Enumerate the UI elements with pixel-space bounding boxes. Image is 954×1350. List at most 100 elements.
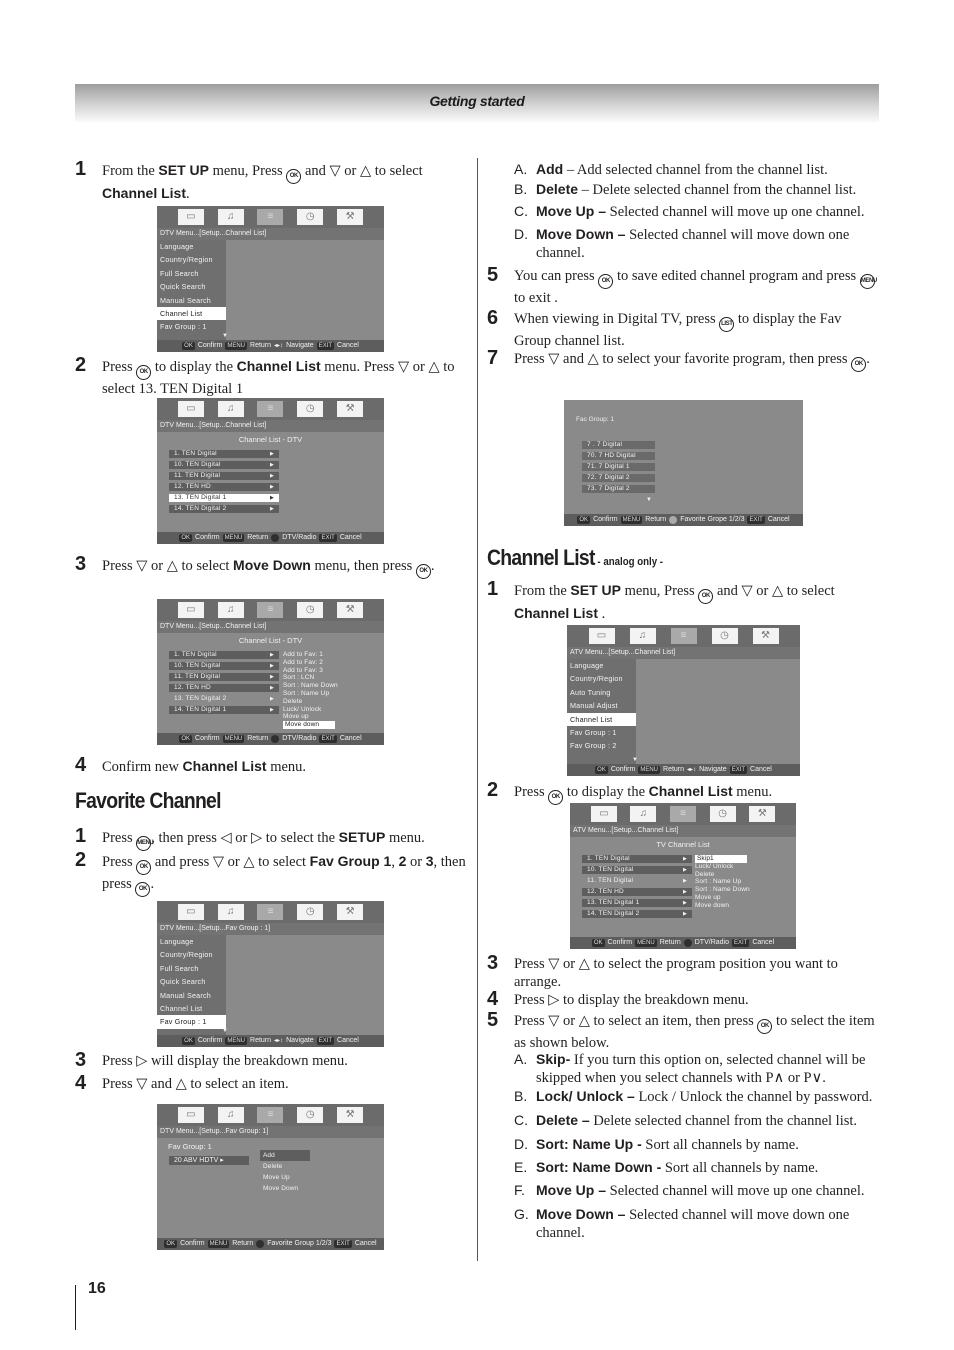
breakdown-item[interactable]: Move Down (260, 1183, 310, 1194)
channel-row[interactable]: 14. TEN Digital 2 (169, 505, 279, 513)
menu-item[interactable]: Manual Search (157, 989, 226, 1002)
breakdown-item[interactable]: Skip1 (695, 855, 747, 863)
breakdown-item[interactable]: Sort : Name Up (695, 878, 750, 886)
colored-button-icon (271, 735, 280, 743)
menu-item[interactable]: Fav Group : 2 (567, 739, 636, 752)
menu-item[interactable]: Fav Group : 1 (157, 320, 226, 333)
sub-item: B. Lock/ Unlock – Lock / Unlock the chann… (514, 1087, 879, 1106)
music-note-icon: ♫ (217, 209, 244, 225)
scroll-down-icon: ▼ (632, 757, 639, 763)
tv-menu-screen-setup-channel-list: ▭ ♫ ≡ ◷ ⚒ DTV Menu...[Setup...Channel List] La… (157, 206, 384, 352)
menu-key-icon: MENU (638, 766, 661, 774)
menu-item[interactable]: Country/Region (157, 253, 226, 266)
channel-row[interactable]: 11. TEN Digital (169, 472, 279, 480)
fav-channel-row[interactable]: 20 ABV HDTV ▸ (169, 1156, 249, 1165)
breakdown-item[interactable]: Delete (283, 698, 338, 706)
footer-label: Cancel (767, 516, 790, 523)
item-description: – Add selected channel from the channel … (563, 162, 828, 178)
ok-button-icon: OK (136, 365, 152, 380)
channel-row[interactable]: 1. TEN Digital (169, 651, 279, 659)
ok-key-icon: OK (577, 516, 591, 524)
step-number: 3 (487, 952, 499, 974)
channel-row[interactable]: 12. TEN HD (169, 483, 279, 491)
breakdown-item[interactable]: Move down (283, 721, 335, 729)
channel-row[interactable]: 10. TEN Digital (582, 866, 692, 874)
menu-item[interactable]: Language (157, 935, 226, 948)
breakdown-item[interactable]: Luck/ Unlock (283, 706, 338, 714)
channel-row[interactable]: 12. TEN HD (169, 684, 279, 692)
text-run: . (186, 186, 190, 202)
channel-row[interactable]: 10. TEN Digital (169, 662, 279, 670)
text-run: menu. (385, 830, 425, 846)
menu-item[interactable]: Manual Search (157, 294, 226, 307)
menu-item[interactable]: Full Search (157, 962, 226, 975)
breakdown-item[interactable]: Delete (260, 1161, 310, 1172)
menu-title: Channel List - DTV (238, 636, 303, 645)
footer-label: Return (247, 735, 269, 742)
footer-label: Confirm (197, 1037, 223, 1044)
breakdown-item[interactable]: Add to Fav: 3 (283, 667, 338, 675)
channel-row[interactable]: 12. TEN HD (582, 888, 692, 896)
item-term: Sort: Name Up - (536, 1136, 642, 1152)
breakdown-item[interactable]: Luck/ Unlock (695, 863, 750, 871)
breakdown-item[interactable]: Add (260, 1150, 310, 1161)
music-note-icon: ♫ (629, 628, 656, 644)
menu-item[interactable]: Language (567, 659, 636, 672)
menu-item[interactable]: Channel List (157, 306, 226, 321)
menu-item[interactable]: Channel List (567, 712, 636, 726)
channel-row[interactable]: 13. TEN Digital 2 (169, 695, 279, 703)
menu-item[interactable]: Auto Tuning (567, 686, 636, 699)
menu-item[interactable]: Country/Region (157, 948, 226, 961)
breakdown-item[interactable]: Sort : LCN (283, 674, 338, 682)
channel-row[interactable]: 1. TEN Digital (582, 855, 692, 863)
channel-row[interactable]: 14. TEN Digital 1 (169, 706, 279, 714)
dtv-step-3: 3 Press ▽ or △ to select Move Down menu, … (75, 553, 470, 579)
breakdown-item[interactable]: Move Up (260, 1172, 310, 1183)
channel-row[interactable]: 10. TEN Digital (169, 461, 279, 469)
channel-row[interactable]: 11. TEN Digital (169, 673, 279, 681)
fav-channel-row[interactable]: 70. 7 HD Digital (582, 452, 655, 460)
fav-channel-row[interactable]: 71. 7 Digital 1 (582, 463, 655, 471)
menu-item[interactable]: Manual Adjust (567, 699, 636, 712)
breakdown-item[interactable]: Sort : Name Up (283, 690, 338, 698)
breakdown-item[interactable]: Move up (695, 894, 750, 902)
step-text: Press ▽ or △ to select Move Down menu, t… (102, 556, 470, 579)
menu-item[interactable]: Country/Region (567, 672, 636, 685)
fav-group-label: Fac Group: 1 (576, 416, 614, 423)
ok-button-icon: OK (136, 860, 152, 875)
breakdown-item[interactable]: Sort : Name Down (695, 886, 750, 894)
sub-item: A. Skip- If you turn this option on, sele… (514, 1050, 879, 1087)
menu-item[interactable]: Full Search (157, 267, 226, 280)
menu-item[interactable]: Fav Group : 1 (567, 726, 636, 739)
channel-row[interactable]: 1. TEN Digital (169, 450, 279, 458)
channel-row[interactable]: 13. TEN Digital 1 (169, 494, 279, 502)
breakdown-item[interactable]: Move down (695, 902, 750, 910)
menu-item[interactable]: Channel List (157, 1002, 226, 1015)
item-text: Move Down – Selected channel will move d… (536, 225, 879, 262)
menu-breadcrumb: ATV Menu...[Setup...Channel List] (567, 647, 800, 659)
breakdown-item[interactable]: Add to Fav: 1 (283, 651, 338, 659)
bold-term: Channel List (102, 185, 187, 201)
breakdown-item[interactable]: Sort : Name Down (283, 682, 338, 690)
fav-channel-row[interactable]: 7 . 7 Digital (582, 441, 655, 449)
menu-item[interactable]: Fav Group : 1 (157, 1015, 226, 1029)
tv-picture-icon: ▭ (177, 401, 204, 417)
step-text: Press ▷ to display the breakdown menu. (514, 991, 877, 1009)
channel-row[interactable]: 14. TEN Digital 2 (582, 910, 692, 918)
menu-item[interactable]: Quick Search (157, 280, 226, 293)
menu-item[interactable]: Quick Search (157, 975, 226, 988)
channel-row[interactable]: 11. TEN Digital (582, 877, 692, 885)
breakdown-item[interactable]: Move up (283, 713, 338, 721)
navigate-arrows-icon: ◂▸↕ (274, 1038, 284, 1044)
fav-channel-row[interactable]: 72. 7 Digital 2 (582, 474, 655, 482)
menu-title: TV Channel List (656, 840, 710, 849)
breakdown-item[interactable]: Delete (695, 871, 750, 879)
menu-icon-bar: ▭ ♫ ≡ ◷ ⚒ (157, 599, 384, 621)
item-term: Delete (536, 181, 579, 197)
fav-channel-row[interactable]: 73. 7 Digital 2 (582, 485, 655, 493)
channel-row[interactable]: 13. TEN Digital 1 (582, 899, 692, 907)
breakdown-item[interactable]: Add to Fav: 2 (283, 659, 338, 667)
menu-item[interactable]: Language (157, 240, 226, 253)
menu-key-icon: MENU (225, 1037, 248, 1045)
sub-item: B. Delete – Delete selected channel from … (514, 180, 879, 199)
